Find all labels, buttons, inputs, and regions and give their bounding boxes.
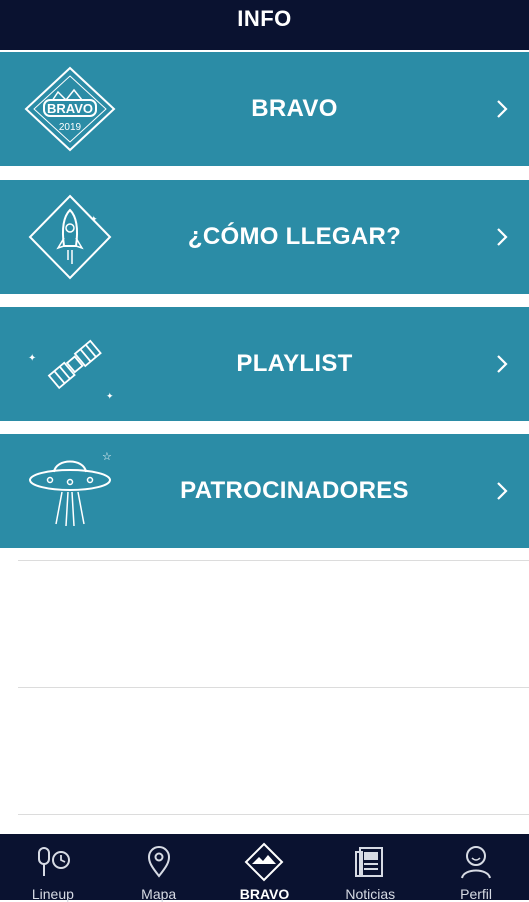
rocket-icon: ✦ <box>28 194 112 280</box>
badge-year: 2019 <box>59 122 82 133</box>
user-icon <box>461 846 492 879</box>
badge-text: BRAVO <box>47 101 93 116</box>
tab-lineup[interactable]: Lineup <box>0 834 106 902</box>
menu-item-patrocinadores[interactable]: ☆ PATROCINADORES <box>0 434 529 548</box>
newspaper-icon <box>355 847 384 877</box>
menu-item-label: BRAVO <box>251 95 338 122</box>
svg-text:✦: ✦ <box>106 391 114 401</box>
menu-item-label: PLAYLIST <box>236 350 353 377</box>
tab-noticias[interactable]: Noticias <box>317 834 423 902</box>
menu-item-bravo[interactable]: BRAVO 2019 BRAVO <box>0 52 529 166</box>
menu-item-label: ¿CÓMO LLEGAR? <box>187 223 402 250</box>
menu-item-playlist[interactable]: ✦ ✦ PLAYLIST <box>0 307 529 421</box>
bravo-2019-badge-icon: BRAVO 2019 <box>24 66 116 152</box>
svg-text:✦: ✦ <box>28 353 36 364</box>
map-pin-icon <box>147 846 170 878</box>
menu-item-como-llegar[interactable]: ✦ ¿CÓMO LLEGAR? <box>0 180 529 294</box>
microphone-clock-icon <box>37 847 70 876</box>
satellite-icon: ✦ ✦ <box>28 339 114 401</box>
chevron-right-icon <box>497 228 508 246</box>
app-header: INFO <box>0 0 529 50</box>
chevron-right-icon <box>497 482 508 500</box>
menu-item-label: PATROCINADORES <box>180 477 409 504</box>
mountain-diamond-icon <box>245 842 284 882</box>
ufo-icon: ☆ <box>29 451 112 527</box>
bottom-tab-bar: Lineup Mapa BRAVO Noticias Perfil <box>0 834 529 902</box>
tab-mapa[interactable]: Mapa <box>106 834 212 902</box>
tab-bravo[interactable]: BRAVO <box>212 834 318 902</box>
svg-text:✦: ✦ <box>90 214 98 224</box>
chevron-right-icon <box>497 100 508 118</box>
svg-text:☆: ☆ <box>102 451 112 463</box>
chevron-right-icon <box>497 355 508 373</box>
page-title: INFO <box>237 6 292 31</box>
list-separator <box>18 687 529 688</box>
tab-perfil[interactable]: Perfil <box>423 834 529 902</box>
list-separator <box>18 814 529 815</box>
list-separator <box>18 560 529 561</box>
